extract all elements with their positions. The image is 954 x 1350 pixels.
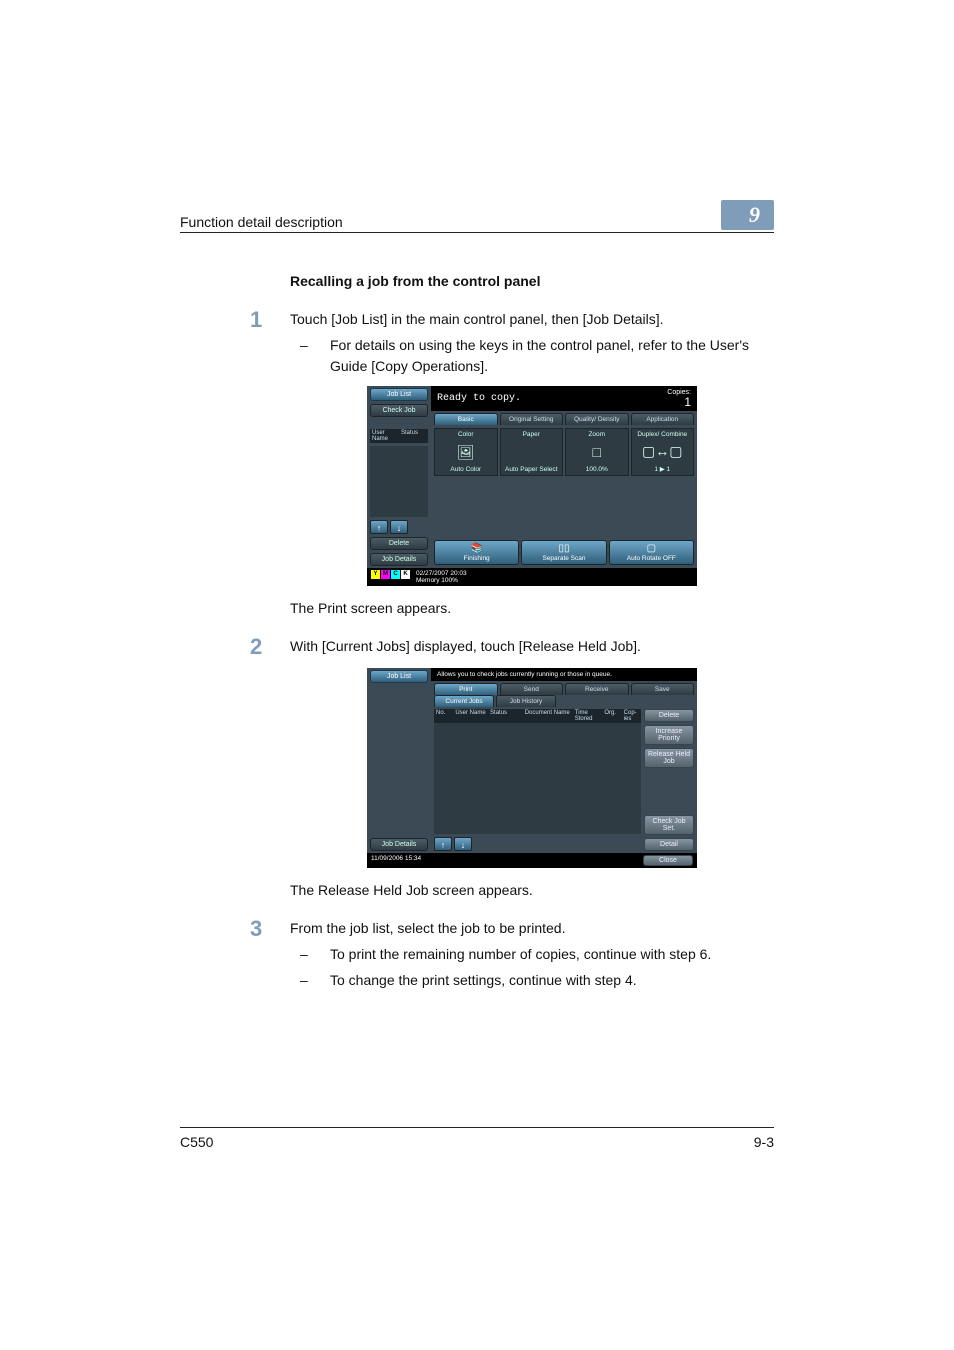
- bullet-dash: –: [290, 944, 330, 964]
- separate-scan-icon: ▯▯: [558, 543, 569, 554]
- bullet-text: For details on using the keys in the con…: [330, 335, 774, 376]
- joblist-empty: [370, 446, 428, 517]
- section-heading: Recalling a job from the control panel: [290, 273, 774, 289]
- duplex-tile[interactable]: Duplex/ Combine ▢↔▢ 1 ▶ 1: [631, 428, 695, 476]
- scroll-down-button[interactable]: ↓: [454, 837, 472, 851]
- tab-basic[interactable]: Basic: [434, 413, 498, 425]
- footer-date: 11/09/2006 15:34: [371, 855, 643, 866]
- detail-button[interactable]: Detail: [644, 838, 694, 851]
- chapter-number: 9: [721, 200, 774, 230]
- result-text-2: The Release Held Job screen appears.: [290, 882, 774, 898]
- step-2: 2 With [Current Jobs] displayed, touch […: [290, 636, 774, 658]
- subtab-job-history[interactable]: Job History: [496, 695, 556, 707]
- bullet-text: To change the print settings, continue w…: [330, 970, 637, 990]
- color-tile[interactable]: Color 🖼 Auto Color: [434, 428, 498, 476]
- bullet-dash: –: [290, 970, 330, 990]
- finishing-button[interactable]: 📚 Finishing: [434, 540, 519, 565]
- job-details-button[interactable]: Job Details: [370, 553, 428, 566]
- job-list-button[interactable]: Job List: [370, 670, 428, 683]
- footer-date: 02/27/2007 20:03: [416, 570, 467, 577]
- step-text: From the job list, select the job to be …: [290, 918, 774, 938]
- footer-page: 9-3: [754, 1134, 774, 1150]
- subtab-current-jobs[interactable]: Current Jobs: [434, 695, 494, 707]
- footer-model: C550: [180, 1134, 213, 1150]
- copy-screen-thumbnail: Job List Check Job User Name Status ↑ ↓ …: [367, 386, 697, 586]
- scroll-down-button[interactable]: ↓: [390, 520, 408, 534]
- job-table-empty: [434, 723, 641, 834]
- header-section-title: Function detail description: [180, 214, 343, 230]
- finishing-icon: 📚: [470, 543, 482, 554]
- tab-print[interactable]: Print: [434, 683, 498, 695]
- delete-button[interactable]: Delete: [370, 537, 428, 550]
- tab-send[interactable]: Send: [500, 683, 564, 695]
- tab-receive[interactable]: Receive: [565, 683, 629, 695]
- bullet-dash: –: [290, 335, 330, 376]
- zoom-tile[interactable]: Zoom □ 100.0%: [565, 428, 629, 476]
- delete-button[interactable]: Delete: [644, 709, 694, 722]
- step-3: 3 From the job list, select the job to b…: [290, 918, 774, 991]
- release-held-job-button[interactable]: Release Held Job: [644, 748, 694, 768]
- tab-application[interactable]: Application: [631, 413, 695, 425]
- palette-icon: 🖼: [435, 445, 497, 459]
- step-number: 2: [250, 636, 290, 658]
- auto-rotate-button[interactable]: ▢ Auto Rotate OFF: [609, 540, 694, 565]
- paper-tile[interactable]: Paper Auto Paper Select: [500, 428, 564, 476]
- bullet-text: To print the remaining number of copies,…: [330, 944, 711, 964]
- toner-indicators: Y M C K: [371, 570, 410, 584]
- increase-priority-button[interactable]: Increase Priority: [644, 725, 694, 745]
- step-text: With [Current Jobs] displayed, touch [Re…: [290, 636, 774, 656]
- running-header: Function detail description 9: [180, 200, 774, 233]
- step-1: 1 Touch [Job List] in the main control p…: [290, 309, 774, 376]
- job-list-button[interactable]: Job List: [370, 388, 428, 401]
- result-text-1: The Print screen appears.: [290, 600, 774, 616]
- screen-title: Allows you to check jobs currently runni…: [437, 671, 612, 678]
- step-number: 3: [250, 918, 290, 991]
- copies-value: 1: [684, 395, 691, 409]
- tab-save[interactable]: Save: [631, 683, 695, 695]
- separate-scan-button[interactable]: ▯▯ Separate Scan: [521, 540, 606, 565]
- scroll-up-button[interactable]: ↑: [370, 520, 388, 534]
- check-job-set-button[interactable]: Check Job Set.: [644, 815, 694, 835]
- print-screen-thumbnail: Job List Job Details Allows you to check…: [367, 668, 697, 868]
- check-job-button[interactable]: Check Job: [370, 404, 428, 417]
- step-number: 1: [250, 309, 290, 376]
- scroll-up-button[interactable]: ↑: [434, 837, 452, 851]
- screen-title: Ready to copy.: [437, 393, 521, 404]
- page-square-icon: □: [566, 445, 628, 459]
- tab-original-setting[interactable]: Original Setting: [500, 413, 564, 425]
- table-header: No. User Name Status Document Name Time …: [434, 709, 641, 723]
- duplex-icon: ▢↔▢: [632, 444, 694, 458]
- joblist-header: User Name Status: [370, 429, 428, 443]
- close-button[interactable]: Close: [643, 855, 693, 866]
- footer-memory: Memory 100%: [416, 577, 458, 584]
- rotate-off-icon: ▢: [647, 543, 656, 554]
- step-text: Touch [Job List] in the main control pan…: [290, 309, 774, 329]
- tab-quality-density[interactable]: Quality/ Density: [565, 413, 629, 425]
- page-footer: C550 9-3: [180, 1127, 774, 1150]
- job-details-button[interactable]: Job Details: [370, 838, 428, 851]
